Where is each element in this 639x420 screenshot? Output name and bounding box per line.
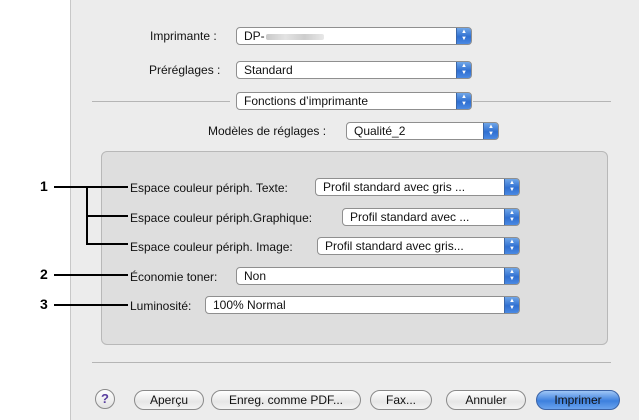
callout-3: 3 (40, 296, 48, 312)
setting-templates-value: Qualité_2 (354, 124, 406, 138)
help-button[interactable]: ? (95, 389, 115, 409)
separator-left (92, 101, 230, 102)
brightness-label: Luminosité: (130, 299, 192, 313)
toner-saving-value: Non (244, 269, 267, 283)
text-colorspace-popup[interactable]: Profil standard avec gris ... ▲ ▼ (315, 178, 520, 196)
preview-button[interactable]: Aperçu (134, 390, 204, 410)
up-down-arrows-icon: ▲ ▼ (504, 238, 519, 254)
callout-1-line (54, 186, 128, 188)
text-colorspace-value: Profil standard avec gris ... (323, 180, 466, 194)
graphic-colorspace-label: Espace couleur périph.Graphique: (130, 211, 313, 225)
graphic-colorspace-value: Profil standard avec ... (350, 210, 470, 224)
save-as-pdf-button[interactable]: Enreg. comme PDF... (211, 390, 361, 410)
presets-label: Préréglages : (149, 63, 221, 77)
image-colorspace-value: Profil standard avec gris... (325, 239, 464, 253)
up-down-arrows-icon: ▲ ▼ (504, 209, 519, 225)
bottom-separator (92, 362, 611, 363)
graphic-colorspace-popup[interactable]: Profil standard avec ... ▲ ▼ (342, 208, 520, 226)
print-button[interactable]: Imprimer (536, 390, 620, 410)
up-down-arrows-icon: ▲ ▼ (504, 179, 519, 195)
callout-2: 2 (40, 266, 48, 282)
setting-templates-popup[interactable]: Qualité_2 ▲ ▼ (346, 122, 499, 140)
up-down-arrows-icon: ▲ ▼ (456, 28, 471, 44)
panel-popup[interactable]: Fonctions d’imprimante ▲ ▼ (236, 92, 472, 110)
callout-1: 1 (40, 178, 48, 194)
callout-1-branch-image (86, 243, 128, 245)
up-down-arrows-icon: ▲ ▼ (483, 123, 498, 139)
image-colorspace-label: Espace couleur périph. Image: (130, 240, 293, 254)
callout-2-line (54, 274, 128, 276)
text-colorspace-label: Espace couleur périph. Texte: (130, 181, 288, 195)
cancel-button[interactable]: Annuler (446, 390, 526, 410)
up-down-arrows-icon: ▲ ▼ (456, 62, 471, 78)
presets-popup[interactable]: Standard ▲ ▼ (236, 61, 472, 79)
fax-button[interactable]: Fax... (370, 390, 432, 410)
separator-right (473, 101, 611, 102)
printer-popup[interactable]: DP- ▲ ▼ (236, 27, 472, 45)
printer-label: Imprimante : (150, 29, 217, 43)
callout-1-branch-graphic (86, 215, 128, 217)
callout-3-line (54, 304, 128, 306)
toner-saving-label: Économie toner: (130, 270, 218, 284)
up-down-arrows-icon: ▲ ▼ (504, 268, 519, 284)
redacted-printer-name (265, 33, 324, 40)
up-down-arrows-icon: ▲ ▼ (504, 297, 519, 313)
brightness-popup[interactable]: 100% Normal ▲ ▼ (205, 296, 520, 314)
image-colorspace-popup[interactable]: Profil standard avec gris... ▲ ▼ (317, 237, 520, 255)
panel-value: Fonctions d’imprimante (244, 94, 369, 108)
printer-value: DP- (244, 29, 265, 43)
brightness-value: 100% Normal (213, 298, 286, 312)
up-down-arrows-icon: ▲ ▼ (456, 93, 471, 109)
toner-saving-popup[interactable]: Non ▲ ▼ (236, 267, 520, 285)
setting-templates-label: Modèles de réglages : (208, 124, 327, 138)
presets-value: Standard (244, 63, 293, 77)
